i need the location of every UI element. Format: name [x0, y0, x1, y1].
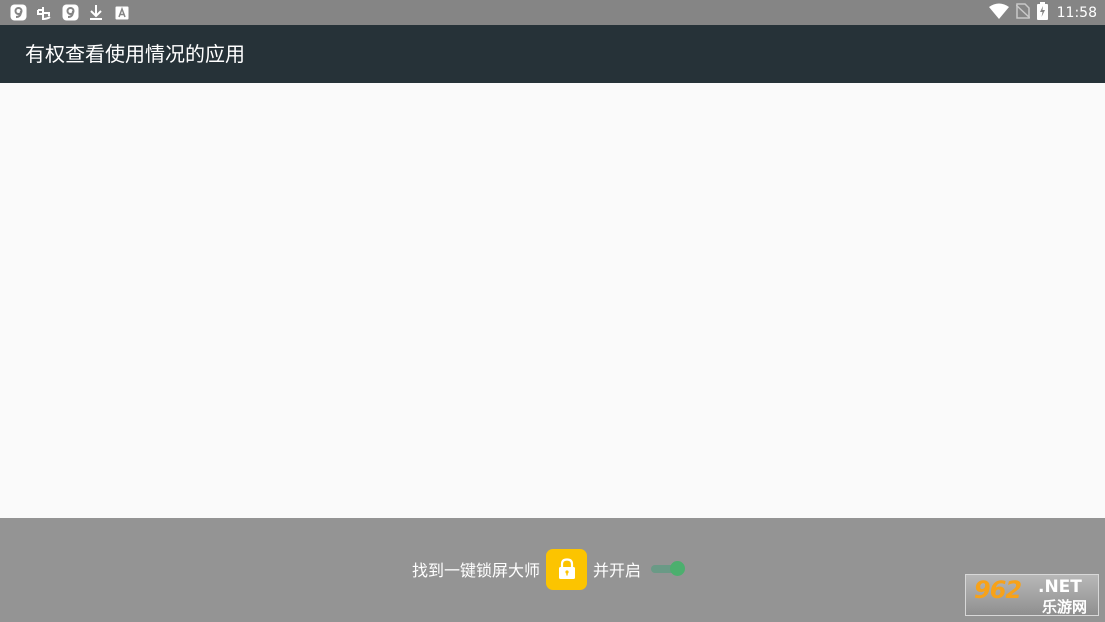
wifi-icon [988, 3, 1009, 23]
system-icons: 11:58 [988, 0, 1097, 25]
guide-bar: 找到一键锁屏大师 并开启 [0, 518, 1105, 622]
lock-icon [558, 558, 575, 579]
watermark-logo: 962 .NET 乐游网 [965, 574, 1099, 616]
battery-charging-icon [1036, 1, 1048, 24]
app-notification-icon [9, 4, 27, 22]
toggle-thumb [670, 561, 686, 576]
watermark-domain: .NET [1038, 577, 1082, 597]
no-sim-icon [1015, 2, 1031, 23]
app-notification-icon [61, 4, 79, 22]
app-bar: 有权查看使用情况的应用 [0, 25, 1105, 83]
page-title: 有权查看使用情况的应用 [25, 42, 245, 66]
text-a-icon [113, 4, 131, 22]
bug-icon [35, 4, 53, 22]
status-bar: 11:58 [0, 0, 1105, 25]
guide-text-after: 并开启 [593, 561, 642, 580]
clock: 11:58 [1056, 4, 1097, 21]
download-icon [87, 4, 105, 22]
app-list [0, 83, 1105, 518]
watermark-number: 962 [974, 576, 1022, 604]
toggle-switch [651, 561, 687, 577]
lock-app-icon [546, 548, 588, 590]
notification-icons [9, 3, 131, 22]
guide-instruction: 找到一键锁屏大师 并开启 [412, 548, 687, 590]
guide-text-before: 找到一键锁屏大师 [412, 561, 541, 580]
watermark-site-name: 乐游网 [1042, 598, 1088, 616]
